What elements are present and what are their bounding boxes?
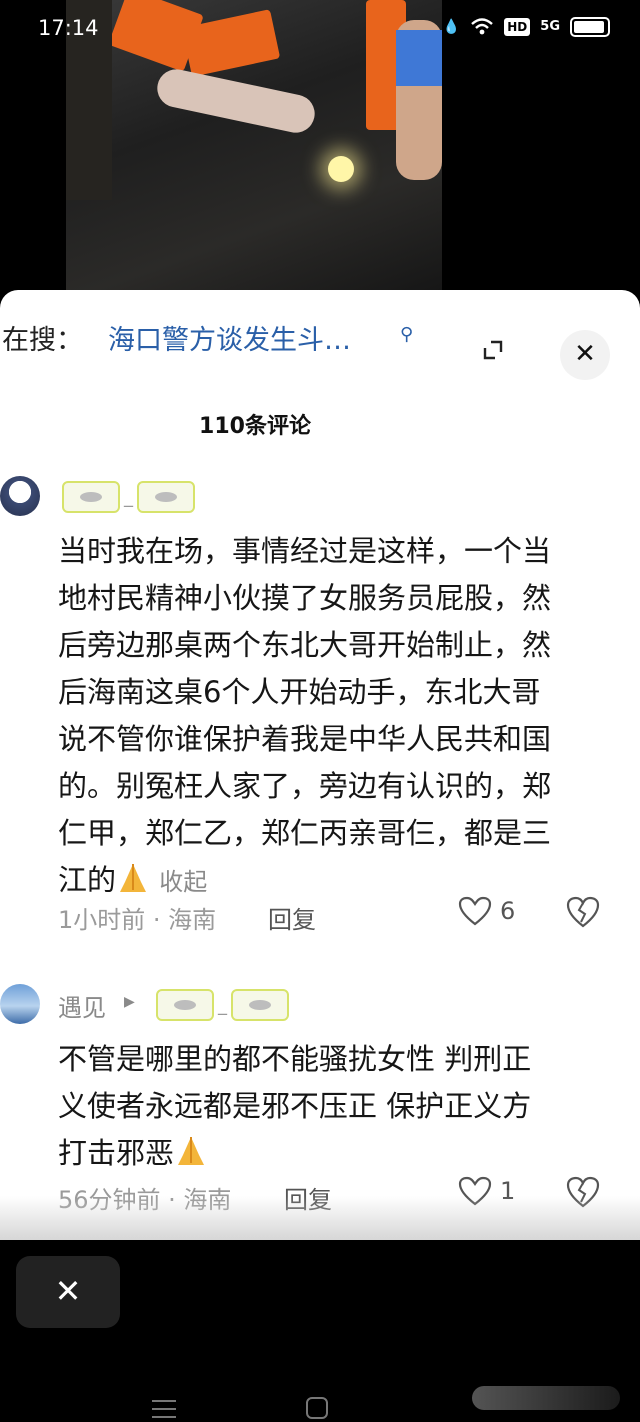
underscore: _ [218,994,227,1016]
comment-line-last: 江的 收起 [58,857,618,906]
comment-line: 说不管你谁保护着我是中华人民共和国 [58,722,552,756]
comment-line: 后海南这桌6个人开始动手，东北大哥 [58,675,541,709]
comment-item: _ 当时我在场，事情经过是这样，一个当 地村民精神小伙摸了女服务员屁股，然 后旁… [0,476,640,946]
reply-button[interactable]: 回复 [268,900,316,935]
eye-emoji-icon [137,481,195,513]
wifi-icon [471,18,494,35]
comment-line: 仁甲，郑仁乙，郑仁丙亲哥仨，都是三 [58,816,552,850]
person-on-ground [153,65,319,137]
hd-icon: HD [504,18,531,36]
floor-lamp [328,156,354,182]
scroll-fade [0,1196,640,1240]
search-icon: ⚲ [400,324,414,345]
eye-emoji-icon [156,989,214,1021]
comment-item: 遇见 ▶ _ 不管是哪里的都不能骚扰女性 判刑正 义使者永远都是邪不压正 保护正… [0,984,640,1224]
avatar[interactable] [0,984,40,1024]
username[interactable]: 遇见 [58,988,106,1023]
comment-line: 当时我在场，事情经过是这样，一个当 [58,534,552,568]
eye-emoji-icon [231,989,289,1021]
status-time: 17:14 [38,16,99,40]
comment-line: 的。别冤枉人家了，旁边有认识的，郑 [58,769,552,803]
praying-hands-icon [120,864,147,892]
underscore: _ [124,486,133,508]
comment-line: 后旁边那桌两个东北大哥开始制止，然 [58,628,552,662]
broken-heart-icon[interactable] [566,896,600,928]
video-player[interactable]: 17:14 💧 HD 5G [0,0,640,300]
comment-text: 当时我在场，事情经过是这样，一个当 地村民精神小伙摸了女服务员屁股，然 后旁边那… [58,528,618,906]
eye-emoji-icon [62,481,120,513]
comment-line: 地村民精神小伙摸了女服务员屁股，然 [58,581,552,615]
comment-line: 义使者永远都是邪不压正 保护正义方 [58,1089,532,1123]
comment-line: 打击邪恶 [58,1136,175,1170]
close-button[interactable]: ✕ [560,330,610,380]
status-bar: 17:14 💧 HD 5G [0,0,640,56]
search-suggestion-bar[interactable]: 在搜： 海口警方谈发生斗… ⚲ ✕ [0,308,640,380]
expand-icon[interactable] [481,338,505,362]
like-count: 6 [500,897,516,925]
search-query-link[interactable]: 海口警方谈发生斗… [108,318,351,357]
like-button[interactable]: 6 [458,896,515,926]
heart-icon [458,896,492,926]
bottom-bar: ✕ [0,1240,640,1422]
watermark [472,1386,620,1410]
comment-line-last: 打击邪恶 [58,1130,618,1177]
5g-icon: 5G [540,19,560,34]
home-icon[interactable] [306,1397,328,1419]
comment-count: 110条评论 [199,414,311,439]
username-decoration[interactable]: _ [156,988,289,1022]
dismiss-button[interactable]: ✕ [16,1256,120,1328]
comments-sheet: 在搜： 海口警方谈发生斗… ⚲ ✕ 110条评论 _ 当时我在场，事情经过是这样… [0,290,640,1240]
status-icons: 💧 HD 5G [443,14,610,40]
avatar[interactable] [0,476,40,516]
collapse-button[interactable]: 收起 [159,868,207,896]
search-prefix: 在搜： [2,325,83,356]
comment-text: 不管是哪里的都不能骚扰女性 判刑正 义使者永远都是邪不压正 保护正义方 打击邪恶 [58,1036,618,1177]
reply-arrow-icon: ▶ [124,994,135,1010]
comment-meta: 1小时前 · 海南 [58,906,217,934]
comment-line: 不管是哪里的都不能骚扰女性 判刑正 [58,1042,532,1076]
comment-line: 江的 [58,863,117,897]
praying-hands-icon [178,1137,205,1165]
recent-apps-icon[interactable] [152,1400,176,1422]
username-decoration[interactable]: _ [62,480,195,514]
battery-icon [570,17,610,37]
water-drop-icon: 💧 [442,19,461,35]
